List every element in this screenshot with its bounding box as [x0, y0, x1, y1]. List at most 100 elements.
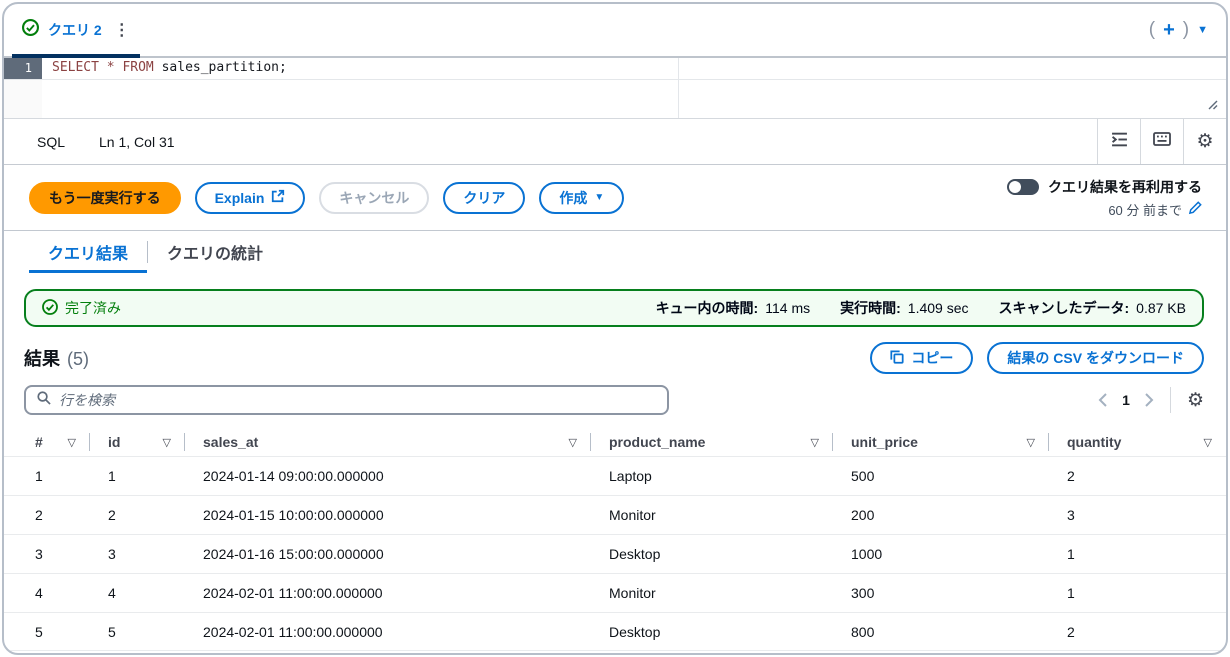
search-input[interactable]: [59, 392, 657, 408]
table-preferences-icon[interactable]: ⚙: [1187, 391, 1204, 410]
sql-editor[interactable]: 1 SELECT * FROM sales_partition;: [4, 58, 1226, 119]
create-label: 作成: [559, 189, 588, 206]
filter-icon[interactable]: ▽: [163, 436, 171, 449]
run-again-label: もう一度実行する: [49, 189, 161, 206]
new-query-tab-button[interactable]: +: [1163, 20, 1175, 40]
results-actions: コピー 結果の CSV をダウンロード: [870, 342, 1204, 374]
column-label: id: [108, 434, 121, 450]
run-again-button[interactable]: もう一度実行する: [29, 181, 181, 214]
line-number: 1: [4, 58, 42, 79]
current-page[interactable]: 1: [1120, 392, 1132, 408]
reuse-toggle-label: クエリ結果を再利用する: [1048, 178, 1202, 195]
keyboard-shortcuts-button[interactable]: [1140, 119, 1183, 164]
filter-icon[interactable]: ▽: [569, 436, 577, 449]
query-status-banner: 完了済み キュー内の時間: 114 ms 実行時間: 1.409 sec スキャ…: [24, 289, 1204, 327]
results-title: 結果 (5): [24, 345, 89, 371]
filter-icon[interactable]: ▽: [1027, 436, 1035, 449]
editor-resize-handle[interactable]: [1206, 97, 1218, 115]
cell-sales-at: 2024-02-01 11:00:00.000000: [203, 623, 383, 640]
reuse-duration-text: 60 分 前まで: [1108, 202, 1182, 218]
gear-icon: ⚙: [1196, 131, 1214, 152]
tab-query-statistics[interactable]: クエリの統計: [148, 231, 282, 273]
filter-icon[interactable]: ▽: [68, 436, 76, 449]
cell-product-name: Monitor: [609, 585, 656, 601]
format-query-button[interactable]: [1097, 119, 1140, 164]
run-time-value: 1.409 sec: [907, 300, 969, 316]
run-time-stat: 実行時間: 1.409 sec: [840, 298, 968, 318]
download-csv-label: 結果の CSV をダウンロード: [1007, 350, 1184, 366]
reuse-results-control: クエリ結果を再利用する 60 分 前まで: [1007, 177, 1202, 219]
cell-quantity: 1: [1067, 546, 1075, 562]
query-tab-label: クエリ 2: [48, 22, 102, 38]
tab-query-2[interactable]: クエリ 2 ⋮: [4, 4, 147, 58]
pager-separator: [1169, 387, 1171, 413]
cell-quantity: 3: [1067, 507, 1075, 523]
cell-quantity: 1: [1067, 585, 1075, 601]
next-page-button[interactable]: [1144, 393, 1154, 407]
paren-close: ): [1182, 19, 1190, 40]
cell-product-name: Desktop: [609, 546, 661, 562]
create-button[interactable]: 作成 ▼: [539, 181, 625, 214]
filter-icon[interactable]: ▽: [1204, 436, 1212, 449]
success-check-icon: [42, 298, 58, 318]
cell-rownum: 4: [35, 585, 43, 601]
toggle-knob: [1009, 180, 1021, 193]
table-row: 4 4 2024-02-01 11:00:00.000000 Monitor 3…: [4, 573, 1226, 612]
tab-list-dropdown-icon[interactable]: ▼: [1197, 24, 1208, 36]
results-count: (5): [67, 349, 89, 369]
filter-icon[interactable]: ▽: [811, 436, 819, 449]
explain-button[interactable]: Explain: [194, 181, 306, 214]
clear-button[interactable]: クリア: [443, 181, 526, 214]
table-row: 5 5 2024-02-01 11:00:00.000000 Desktop 8…: [4, 612, 1226, 651]
edit-pencil-icon[interactable]: [1188, 200, 1202, 218]
cell-id: 1: [108, 468, 116, 484]
results-table: # ▽ id ▽ sales_at ▽ product_name ▽ unit_…: [4, 428, 1226, 651]
cell-sales-at: 2024-02-01 11:00:00.000000: [203, 585, 383, 601]
cancel-button[interactable]: キャンセル: [319, 181, 430, 214]
queue-time-label: キュー内の時間:: [655, 300, 759, 316]
cursor-position: Ln 1, Col 31: [99, 133, 175, 150]
column-label: #: [35, 434, 43, 450]
tab-kebab-menu-icon[interactable]: ⋮: [111, 20, 133, 40]
action-buttons: もう一度実行する Explain キャンセル クリア 作成 ▼: [29, 181, 625, 214]
cancel-label: キャンセル: [339, 189, 410, 206]
results-toolbar: 1 ⚙: [24, 385, 1204, 415]
cell-sales-at: 2024-01-15 10:00:00.000000: [203, 507, 384, 523]
cell-quantity: 2: [1067, 623, 1075, 640]
tab-query-results[interactable]: クエリ結果: [29, 231, 148, 273]
results-heading: 結果: [24, 349, 60, 369]
tab-query-results-label: クエリ結果: [48, 246, 129, 263]
external-link-icon: [271, 189, 285, 206]
format-icon: [1111, 131, 1128, 153]
cell-rownum: 1: [35, 468, 43, 484]
code-line-1: SELECT * FROM sales_partition;: [52, 60, 287, 75]
queue-time-value: 114 ms: [765, 300, 811, 316]
copy-label: コピー: [911, 350, 954, 366]
query-action-bar: もう一度実行する Explain キャンセル クリア 作成 ▼ クエリ結果を再利…: [4, 165, 1226, 231]
copy-icon: [890, 349, 904, 367]
results-tab-bar: クエリ結果 クエリの統計: [4, 231, 1226, 273]
download-csv-button[interactable]: 結果の CSV をダウンロード: [987, 342, 1204, 374]
editor-settings-button[interactable]: ⚙: [1183, 119, 1226, 164]
cell-rownum: 2: [35, 507, 43, 523]
prev-page-button[interactable]: [1098, 393, 1108, 407]
query-metrics: キュー内の時間: 114 ms 実行時間: 1.409 sec スキャンしたデー…: [656, 298, 1186, 318]
cell-quantity: 2: [1067, 468, 1075, 484]
active-line-border: [4, 79, 1226, 80]
run-time-label: 実行時間:: [840, 300, 901, 316]
reuse-duration-row: 60 分 前まで: [1108, 200, 1202, 219]
column-label: sales_at: [203, 434, 259, 450]
search-icon: [36, 390, 51, 410]
sql-keyword: FROM: [122, 60, 154, 75]
query-success-icon: [22, 19, 39, 41]
cell-unit-price: 200: [851, 507, 875, 523]
copy-button[interactable]: コピー: [870, 342, 974, 374]
clear-label: クリア: [463, 189, 506, 206]
cell-unit-price: 800: [851, 623, 875, 640]
column-header-rownum: # ▽: [4, 428, 90, 456]
query-tab-bar: クエリ 2 ⋮ ( + ) ▼: [4, 4, 1226, 58]
editor-status-bar: SQL Ln 1, Col 31 ⚙: [4, 119, 1226, 165]
cell-product-name: Laptop: [609, 468, 652, 484]
query-editor-panel: クエリ 2 ⋮ ( + ) ▼ 1 SELECT * FROM sales_pa…: [2, 2, 1228, 655]
reuse-results-toggle[interactable]: [1007, 178, 1039, 195]
